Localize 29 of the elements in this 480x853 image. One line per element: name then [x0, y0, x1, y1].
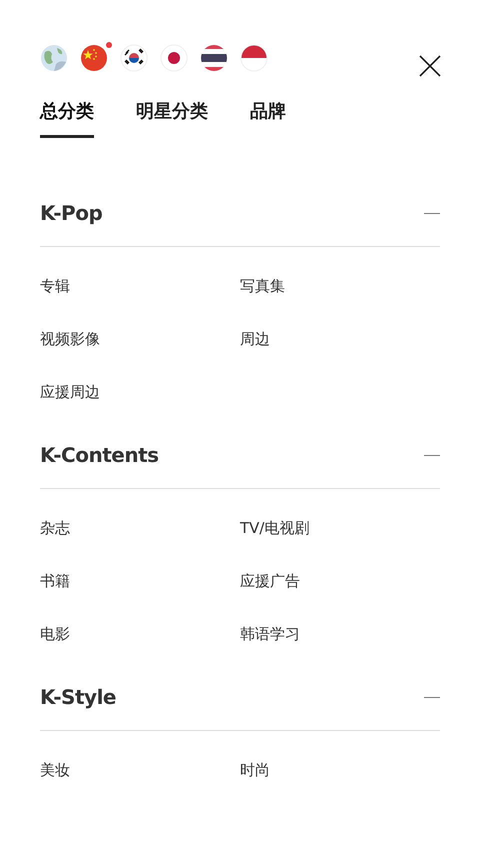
category-link[interactable]: 韩语学习: [240, 623, 300, 646]
category-tab[interactable]: 明星分类: [136, 98, 208, 138]
category-tab[interactable]: 品牌: [250, 98, 286, 138]
category-link[interactable]: TV/电视剧: [240, 517, 310, 540]
flag-icon: [120, 44, 148, 72]
flag-icon: [160, 44, 188, 72]
category-link[interactable]: 写真集: [240, 275, 285, 298]
category-link[interactable]: 美妆: [40, 759, 70, 782]
flag-icon: [200, 44, 228, 72]
category-link[interactable]: 电影: [40, 623, 70, 646]
section-header[interactable]: K-Contents: [40, 440, 440, 489]
category-link[interactable]: 时尚: [240, 759, 270, 782]
language-button[interactable]: [200, 44, 228, 72]
category-link[interactable]: 书籍: [40, 570, 70, 593]
category-link[interactable]: 视频影像: [40, 328, 100, 351]
flag-icon: [240, 44, 268, 72]
category-link[interactable]: 专辑: [40, 275, 70, 298]
category-tab[interactable]: 总分类: [40, 98, 94, 138]
flag-icon: [80, 44, 108, 72]
category-link[interactable]: 杂志: [40, 517, 70, 540]
section-header[interactable]: K-Pop: [40, 198, 440, 247]
close-icon: [418, 54, 442, 78]
category-link[interactable]: 应援广告: [240, 570, 300, 593]
category-link[interactable]: 应援周边: [40, 381, 100, 404]
category-link[interactable]: 周边: [240, 328, 270, 351]
section-header[interactable]: K-Style: [40, 682, 440, 731]
globe-icon: [40, 44, 68, 72]
language-button[interactable]: [160, 44, 188, 72]
language-button[interactable]: [120, 44, 148, 72]
